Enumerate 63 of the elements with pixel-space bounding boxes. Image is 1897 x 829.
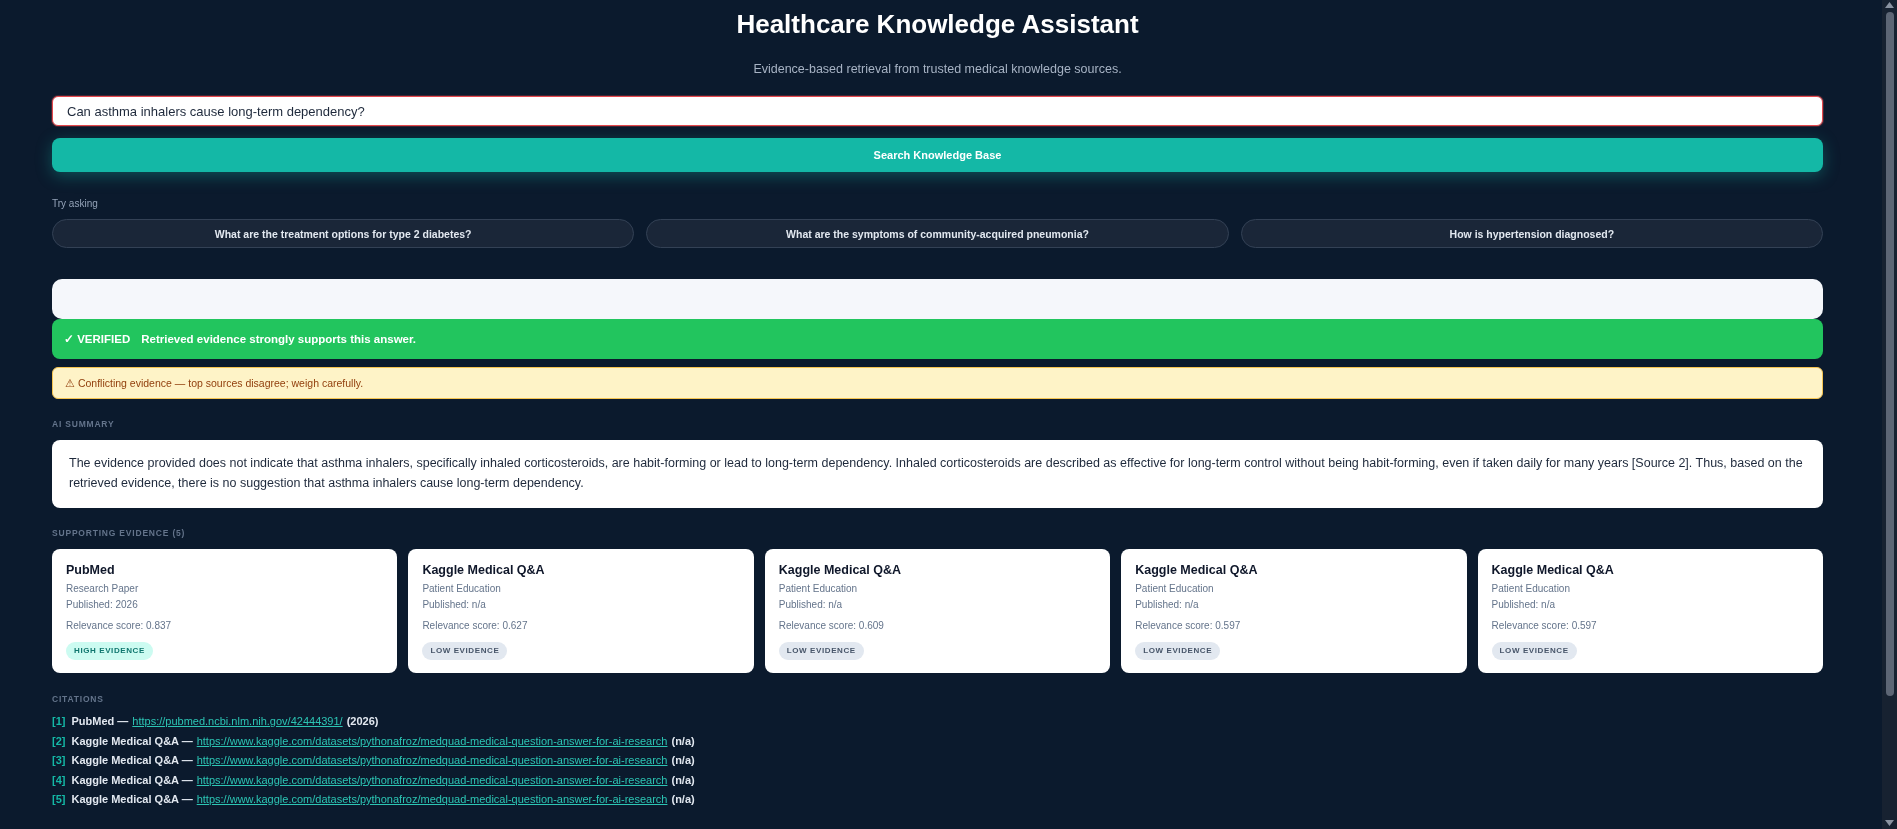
citation-year: (n/a) — [671, 733, 695, 749]
citation-link[interactable]: https://pubmed.ncbi.nlm.nih.gov/42444391/ — [132, 712, 343, 732]
status-message: Retrieved evidence strongly supports this answer. — [141, 333, 417, 345]
source-type: Patient Education — [1135, 582, 1214, 596]
citation-number: [1] — [52, 714, 66, 729]
relevance-score: Relevance score: 0.837 — [66, 619, 172, 633]
relevance-score: Relevance score: 0.597 — [1135, 619, 1241, 633]
published-date: Published: 2026 — [66, 598, 138, 612]
section-heading: SUPPORTING EVIDENCE (5) — [52, 527, 187, 539]
citation-source: Kaggle Medical Q&A — — [71, 753, 193, 768]
suggestions-label: Try asking — [52, 197, 99, 211]
scrollbar-thumb[interactable] — [1886, 12, 1894, 696]
citation-number: [3] — [52, 753, 66, 768]
citation-link[interactable]: https://www.kaggle.com/datasets/pythonafroz/medquad-medical-question-answer-for-ai-research — [196, 790, 668, 810]
suggestion-chip[interactable]: What are the symptoms of community-acquired pneumonia? — [646, 219, 1229, 248]
citation-source: Kaggle Medical Q&A — — [71, 792, 193, 807]
source-type: Patient Education — [422, 582, 501, 596]
source-type: Patient Education — [1491, 582, 1570, 596]
source-title: Kaggle Medical Q&A — [1491, 562, 1614, 578]
relevance-score: Relevance score: 0.627 — [422, 619, 528, 633]
section-heading: CITATIONS — [52, 693, 105, 705]
citation-number: [2] — [52, 733, 66, 749]
warning-banner: ⚠ Conflicting evidence — top sources disagree; weigh carefully. — [52, 367, 1823, 399]
search-field[interactable]: Can asthma inhalers cause long-term dependency? — [52, 96, 1823, 126]
citation-source: Kaggle Medical Q&A — — [71, 733, 193, 749]
source-title: Kaggle Medical Q&A — [422, 562, 545, 578]
source-title: Kaggle Medical Q&A — [778, 562, 902, 578]
source-type: Patient Education — [778, 582, 858, 596]
citation-link[interactable]: https://www.kaggle.com/datasets/pythonafroz/medquad-medical-question-answer-for-ai-research — [196, 731, 668, 751]
evidence-badge: HIGH EVIDENCE — [66, 642, 153, 660]
citation-year: (n/a) — [671, 772, 695, 788]
source-title: PubMed — [66, 562, 115, 578]
citation-link[interactable]: https://www.kaggle.com/datasets/pythonafroz/medquad-medical-question-answer-for-ai-research — [196, 770, 668, 790]
citation-source: Kaggle Medical Q&A — — [71, 772, 193, 788]
source-title: Kaggle Medical Q&A — [1135, 562, 1258, 578]
published-date: Published: n/a — [422, 598, 486, 612]
summary-text: The evidence provided does not indicate that asthma inhalers, specifically inhaled corticosteroids, are habit-forming or lead to long-term dependency. Inhaled corticosteroids are described as effective for long-term control without being habit-forming, even if taken daily for many years [Source 2]. Thus, based on the retrieved evidence, there is no suggestion that asthma inhalers cause long-term dependency. — [69, 455, 1804, 492]
published-date: Published: n/a — [1135, 598, 1199, 612]
published-date: Published: n/a — [1491, 598, 1555, 612]
suggestion-chip[interactable]: How is hypertension diagnosed? — [1240, 219, 1823, 248]
evidence-badge: LOW EVIDENCE — [422, 642, 508, 660]
app-subtitle: Evidence-based retrieval from trusted medical knowledge sources. — [753, 61, 1122, 77]
evidence-badge: LOW EVIDENCE — [778, 642, 864, 660]
citation-link[interactable]: https://www.kaggle.com/datasets/pythonafroz/medquad-medical-question-answer-for-ai-research — [196, 751, 668, 771]
source-type: Research Paper — [66, 582, 139, 596]
suggestion-chip[interactable]: What are the treatment options for type 2 diabetes? — [52, 219, 635, 248]
scrollbar[interactable] — [1882, 0, 1897, 829]
published-date: Published: n/a — [778, 598, 843, 612]
citation-year: (n/a) — [671, 753, 695, 768]
app-title: Healthcare Knowledge Assistant — [736, 8, 1139, 41]
citation-year: (2026) — [346, 714, 379, 729]
scroll-down-icon[interactable] — [1885, 820, 1894, 826]
citation-year: (n/a) — [671, 792, 695, 807]
status-label: ✓ VERIFIED — [64, 332, 131, 346]
scroll-up-icon[interactable] — [1885, 2, 1894, 8]
citation-number: [5] — [52, 792, 66, 807]
section-heading: AI SUMMARY — [52, 418, 116, 430]
relevance-score: Relevance score: 0.597 — [1491, 619, 1597, 633]
citation-number: [4] — [52, 772, 66, 788]
evidence-badge: LOW EVIDENCE — [1135, 642, 1221, 660]
relevance-score: Relevance score: 0.609 — [778, 619, 884, 633]
citation-source: PubMed — — [71, 714, 129, 729]
evidence-badge: LOW EVIDENCE — [1491, 642, 1577, 660]
